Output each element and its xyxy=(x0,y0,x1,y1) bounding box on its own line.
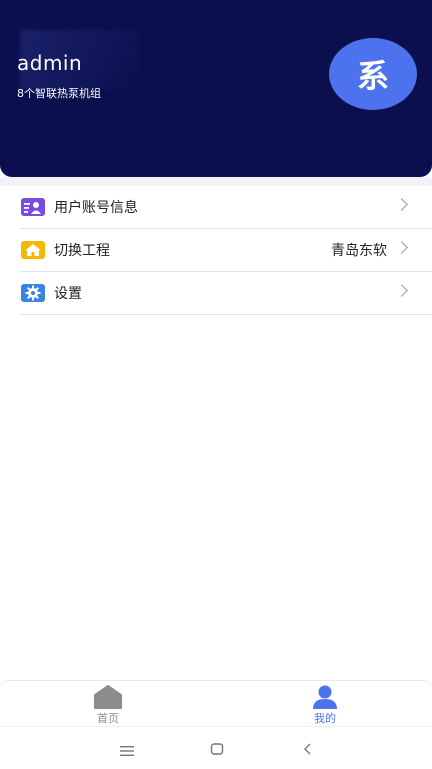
tab-label: 首页 xyxy=(97,712,119,725)
chevron-right-icon xyxy=(395,284,408,297)
unit-count-subtitle: 8个智联热泵机组 xyxy=(17,87,101,100)
menu-item-label: 切换工程 xyxy=(54,243,110,259)
home-square-icon[interactable] xyxy=(210,741,224,755)
profile-icon xyxy=(311,685,339,709)
user-card-icon xyxy=(21,198,45,216)
home-icon xyxy=(94,685,122,709)
bottom-tab-bar: 首页 我的 xyxy=(0,680,432,726)
tab-home[interactable]: 首页 xyxy=(78,685,138,726)
system-navigation-bar xyxy=(0,726,432,769)
menu-item-account-info[interactable]: 用户账号信息 xyxy=(20,186,432,229)
menu-item-label: 用户账号信息 xyxy=(54,200,138,216)
section-divider xyxy=(0,177,432,186)
menu-icon[interactable] xyxy=(120,742,134,756)
current-project-value: 青岛东软 xyxy=(331,243,387,259)
home-icon xyxy=(21,241,45,259)
back-icon[interactable] xyxy=(302,741,314,755)
chevron-right-icon xyxy=(395,241,408,254)
tab-mine[interactable]: 我的 xyxy=(295,685,355,726)
settings-menu: 用户账号信息 切换工程 青岛东软 设置 xyxy=(0,186,432,315)
gear-icon xyxy=(21,284,45,302)
tab-label: 我的 xyxy=(314,712,336,725)
menu-item-settings[interactable]: 设置 xyxy=(20,272,432,315)
menu-item-label: 设置 xyxy=(54,286,82,302)
avatar[interactable]: 系 xyxy=(329,38,417,110)
profile-header: admin 8个智联热泵机组 系 xyxy=(0,0,432,177)
chevron-right-icon xyxy=(395,198,408,211)
menu-item-switch-project[interactable]: 切换工程 青岛东软 xyxy=(20,229,432,272)
username: admin xyxy=(17,51,83,75)
